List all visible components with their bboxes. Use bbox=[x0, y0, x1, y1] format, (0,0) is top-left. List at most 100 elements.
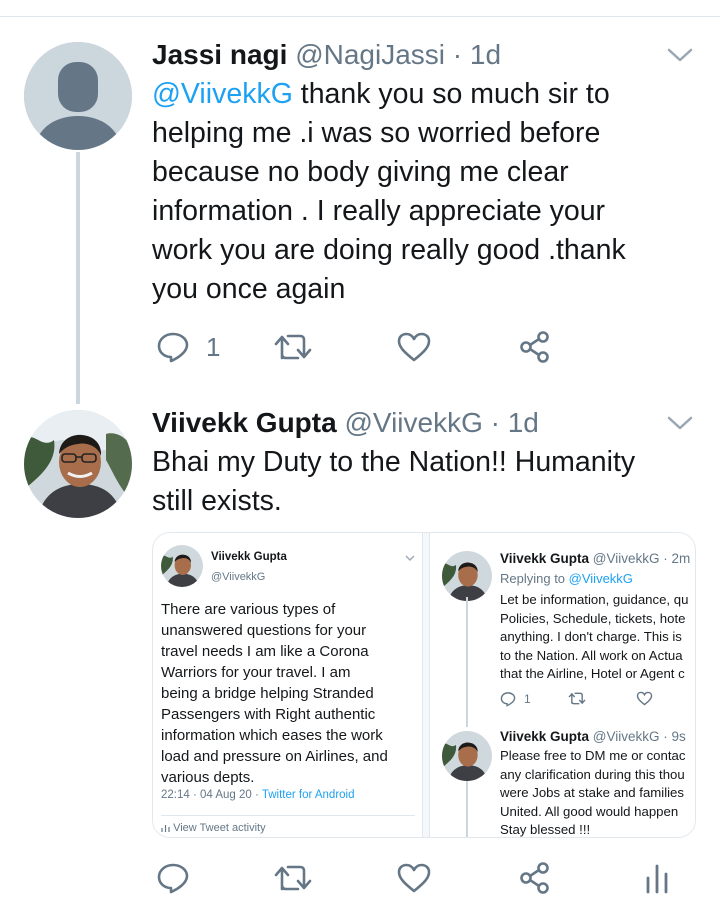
profile-photo-icon bbox=[442, 551, 492, 601]
tweet-text-line: Policies, Schedule, tickets, hote bbox=[500, 610, 686, 626]
tweet-timestamp: 22:14 · 04 Aug 20 · Twitter for Android bbox=[161, 789, 355, 801]
share-button[interactable] bbox=[518, 861, 552, 895]
reply-button[interactable]: 1 bbox=[156, 330, 220, 364]
profile-photo-icon bbox=[24, 410, 132, 518]
profile-photo-icon bbox=[442, 731, 492, 781]
chevron-down-icon[interactable] bbox=[666, 46, 694, 64]
profile-photo-icon bbox=[161, 545, 203, 587]
author-name[interactable]: Viivekk Gupta bbox=[152, 407, 337, 438]
thread-line bbox=[76, 152, 80, 404]
mention-link: @ViivekkG bbox=[568, 571, 633, 586]
avatar-photo bbox=[442, 551, 492, 601]
top-divider bbox=[0, 16, 720, 17]
tweet-header: Viivekk Gupta @ViivekkG · 9s bbox=[500, 729, 686, 744]
thread-line bbox=[466, 597, 468, 727]
tweet-activity: View Tweet activity bbox=[161, 822, 266, 834]
retweet-icon bbox=[274, 865, 312, 891]
retweet-icon bbox=[568, 692, 586, 705]
author-handle-time: @ViivekkG · 2m bbox=[589, 551, 691, 566]
tweet-text: Let be information, guidance, qu Policie… bbox=[500, 591, 695, 684]
tweet-text-line: you once again bbox=[152, 273, 346, 305]
chevron-down-icon bbox=[405, 555, 415, 561]
author-handle: @ViivekkG bbox=[211, 571, 266, 583]
reply-count: 1 bbox=[206, 331, 221, 362]
tweet-text-line: being a bridge helping Stranded bbox=[161, 685, 374, 702]
tweet-text: Please free to DM me or contac any clari… bbox=[500, 747, 695, 837]
analytics-button[interactable] bbox=[644, 862, 670, 894]
retweet-button[interactable] bbox=[274, 862, 312, 894]
reply-icon bbox=[157, 332, 189, 363]
tweet-text-line: still exists. bbox=[152, 485, 282, 517]
like-icon bbox=[636, 691, 653, 706]
share-icon bbox=[520, 331, 549, 363]
replying-to: Replying to @ViivekkG bbox=[500, 571, 633, 586]
analytics-icon bbox=[161, 825, 170, 832]
tweet-text-line: were Jobs at stake and families bbox=[500, 785, 684, 800]
tweet-text-line: because no body giving me clear bbox=[152, 156, 569, 188]
share-button[interactable] bbox=[518, 330, 552, 364]
tweet-text-line: various depts. bbox=[161, 769, 255, 786]
thread-line bbox=[466, 781, 468, 837]
divider bbox=[161, 815, 415, 816]
tweet-header: Viivekk Gupta @ViivekkG · 1d bbox=[152, 406, 539, 440]
tweet-text-line: travel needs I am like a Corona bbox=[161, 643, 369, 660]
like-button[interactable] bbox=[396, 862, 432, 894]
like-icon bbox=[397, 332, 431, 362]
tweet-text-line: to the Nation. All work on Actua bbox=[500, 647, 683, 663]
tweet-text-line: Warriors for your travel. I am bbox=[161, 664, 351, 681]
tweet-text-line: information which eases the work bbox=[161, 727, 383, 744]
source-app: Twitter for Android bbox=[261, 789, 355, 801]
author-name: Viivekk Gupta bbox=[211, 551, 287, 563]
chevron-down-icon[interactable] bbox=[666, 414, 694, 432]
default-profile-icon bbox=[24, 42, 132, 150]
author-name[interactable]: Jassi nagi bbox=[152, 39, 287, 70]
tweet-text-line: information . I really appreciate your bbox=[152, 195, 606, 227]
tweet-text-line: anything. I don't charge. This is bbox=[500, 629, 682, 644]
tweet-text-line: thank you so much sir to bbox=[292, 78, 610, 110]
tweet-header: Jassi nagi @NagiJassi · 1d bbox=[152, 38, 501, 72]
avatar-photo bbox=[442, 731, 492, 781]
media-image-left[interactable]: Viivekk Gupta @ViivekkG There are variou… bbox=[153, 533, 423, 837]
author-handle-time[interactable]: @ViivekkG · 1d bbox=[344, 407, 538, 438]
tweet-text-line: United. All good would happen bbox=[500, 803, 679, 819]
like-icon bbox=[397, 863, 431, 893]
media-image-right[interactable]: Viivekk Gupta @ViivekkG · 2m Replying to… bbox=[429, 533, 695, 837]
mention-link[interactable]: @ViivekkG bbox=[152, 78, 293, 110]
tweet-text-line: any clarification during this thou bbox=[500, 766, 685, 782]
retweet-icon bbox=[274, 334, 312, 360]
tweet-text-line: Let be information, guidance, qu bbox=[500, 592, 689, 607]
avatar-photo bbox=[161, 545, 203, 587]
like-button bbox=[636, 691, 653, 706]
activity-label: View Tweet activity bbox=[173, 822, 266, 834]
reply-button[interactable] bbox=[156, 861, 190, 895]
tweet-text-line: unanswered questions for your bbox=[161, 622, 367, 639]
tweet-text-line: load and pressure on Airlines, and bbox=[161, 748, 388, 765]
share-icon bbox=[520, 862, 549, 894]
like-button[interactable] bbox=[396, 331, 432, 363]
replying-label: Replying to bbox=[500, 571, 569, 586]
author-handle-time[interactable]: @NagiJassi · 1d bbox=[295, 39, 501, 70]
tweet-text-line: Passengers with Right authentic bbox=[161, 706, 376, 723]
tweet-text-line: work you are doing really good .thank bbox=[152, 234, 626, 266]
tweet-text-line: There are various types of bbox=[161, 601, 336, 618]
reply-icon bbox=[500, 692, 516, 707]
avatar-default[interactable] bbox=[24, 42, 132, 150]
author-name: Viivekk Gupta bbox=[500, 551, 590, 566]
reply-count: 1 bbox=[524, 692, 531, 706]
tweet-header: Viivekk Gupta @ViivekkG · 2m bbox=[500, 551, 690, 566]
tweet-text: @ViivekkG thank you so much sir to helpi… bbox=[152, 75, 692, 309]
author-handle-time: @ViivekkG · 9s bbox=[589, 729, 686, 744]
author-name: Viivekk Gupta bbox=[500, 729, 590, 744]
retweet-button bbox=[568, 691, 586, 706]
tweet-text: Bhai my Duty to the Nation!! Humanity st… bbox=[152, 443, 692, 521]
timestamp-text: 22:14 · 04 Aug 20 · bbox=[161, 789, 262, 801]
tweet-text-line: that the Airline, Hotel or Agent c bbox=[500, 666, 685, 681]
tweet-actions: 1 bbox=[500, 691, 680, 711]
tweet-text-line: Bhai my Duty to the Nation!! Humanity bbox=[152, 446, 636, 478]
tweet-text-line: Please free to DM me or contac bbox=[500, 748, 686, 763]
tweet-text-line: Stay blessed !!! bbox=[500, 822, 591, 837]
avatar-photo[interactable] bbox=[24, 410, 132, 518]
tweet-media[interactable]: Viivekk Gupta @ViivekkG There are variou… bbox=[152, 532, 696, 838]
retweet-button[interactable] bbox=[274, 331, 312, 363]
reply-button: 1 bbox=[500, 691, 531, 707]
